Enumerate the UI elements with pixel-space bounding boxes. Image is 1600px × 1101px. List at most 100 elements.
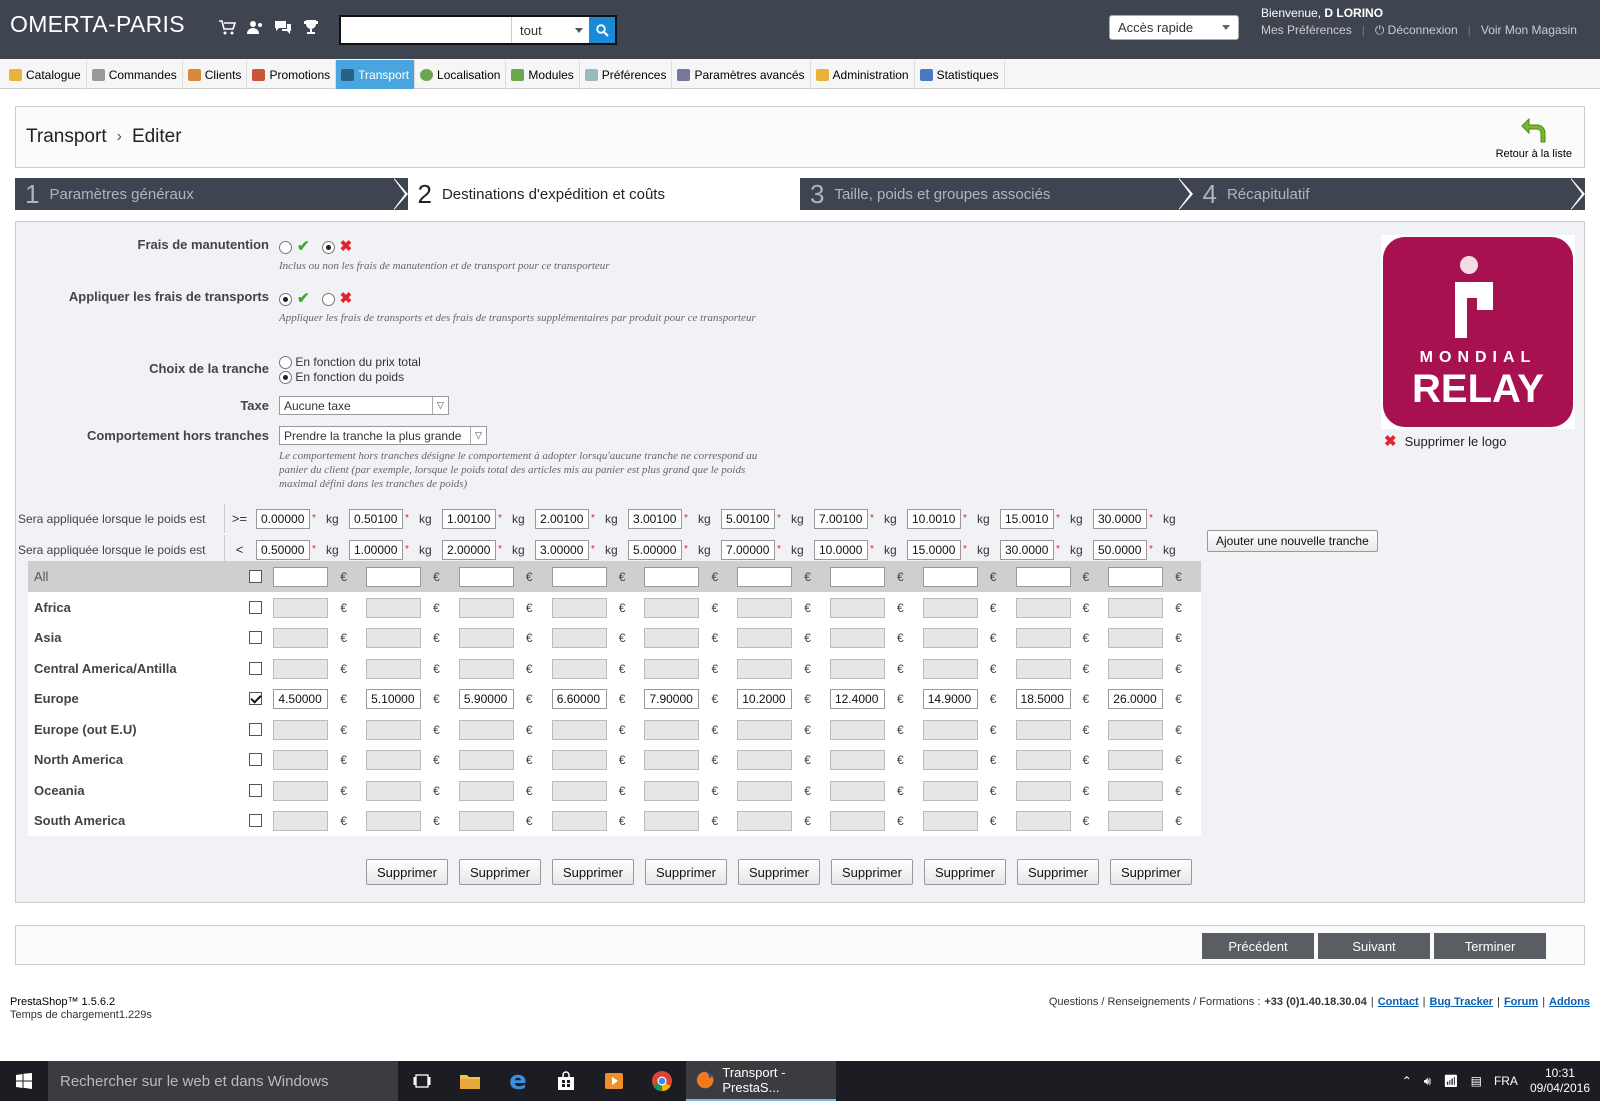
language-indicator[interactable]: FRA — [1494, 1074, 1518, 1088]
zone-price-input[interactable] — [922, 627, 978, 648]
range-max-input[interactable] — [1000, 539, 1054, 560]
zone-price-input[interactable] — [737, 780, 793, 801]
menu-orders[interactable]: Commandes — [87, 60, 183, 89]
store-icon[interactable] — [542, 1061, 590, 1101]
zone-price-input[interactable] — [458, 658, 514, 679]
range-max-input[interactable] — [721, 539, 775, 560]
zone-checkbox[interactable] — [248, 570, 262, 583]
menu-promotions[interactable]: Promotions — [247, 60, 337, 89]
zone-price-input[interactable] — [922, 719, 978, 740]
view-shop-link[interactable]: Voir Mon Magasin — [1481, 23, 1577, 38]
zone-price-input[interactable] — [829, 658, 885, 679]
zone-price-input[interactable] — [829, 688, 885, 709]
forum-link[interactable]: Forum — [1504, 996, 1538, 1008]
zone-price-input[interactable] — [273, 810, 329, 831]
zone-price-input[interactable] — [829, 749, 885, 770]
step-destinations[interactable]: 2 Destinations d'expédition et coûts — [407, 178, 800, 210]
zone-price-input[interactable] — [829, 627, 885, 648]
zone-price-input[interactable] — [273, 566, 329, 587]
zone-price-input[interactable] — [1108, 566, 1164, 587]
cart-icon[interactable] — [217, 18, 237, 36]
previous-button[interactable]: Précédent — [1202, 933, 1314, 959]
finish-button[interactable]: Terminer — [1434, 933, 1546, 959]
zone-checkbox[interactable] — [248, 753, 262, 766]
range-max-input[interactable] — [256, 539, 310, 560]
range-max-input[interactable] — [349, 539, 403, 560]
range-min-input[interactable] — [814, 508, 868, 529]
zone-price-input[interactable] — [551, 749, 607, 770]
range-max-input[interactable] — [442, 539, 496, 560]
range-max-input[interactable] — [628, 539, 682, 560]
zone-price-input[interactable] — [551, 780, 607, 801]
zone-price-input[interactable] — [1108, 749, 1164, 770]
delete-range-button[interactable]: Supprimer — [1017, 859, 1099, 885]
zone-price-input[interactable] — [922, 597, 978, 618]
apply-shipping-no-radio[interactable] — [321, 293, 335, 307]
menu-advanced-parameters[interactable]: Paramètres avancés — [672, 60, 811, 89]
delete-range-button[interactable]: Supprimer — [1110, 859, 1192, 885]
zone-price-input[interactable] — [1015, 658, 1071, 679]
zone-price-input[interactable] — [737, 810, 793, 831]
zone-price-input[interactable] — [644, 688, 700, 709]
zone-price-input[interactable] — [458, 597, 514, 618]
zone-price-input[interactable] — [737, 688, 793, 709]
step-size-weight[interactable]: 3 Taille, poids et groupes associés — [800, 178, 1193, 210]
trophy-icon[interactable] — [301, 18, 321, 36]
zone-price-input[interactable] — [458, 566, 514, 587]
logout-link[interactable]: ⏻ Déconnexion — [1375, 23, 1458, 38]
shop-name[interactable]: OMERTA-PARIS — [10, 11, 185, 38]
quick-access-select[interactable]: Accès rapide — [1109, 15, 1239, 40]
range-min-input[interactable] — [349, 508, 403, 529]
zone-price-input[interactable] — [1015, 597, 1071, 618]
range-max-input[interactable] — [814, 539, 868, 560]
handling-yes-radio[interactable] — [279, 241, 292, 255]
step-general[interactable]: 1 Paramètres généraux — [15, 178, 408, 210]
zone-price-input[interactable] — [551, 627, 607, 648]
range-min-input[interactable] — [721, 508, 775, 529]
zone-price-input[interactable] — [273, 658, 329, 679]
zone-price-input[interactable] — [366, 780, 422, 801]
zone-price-input[interactable] — [551, 597, 607, 618]
range-min-input[interactable] — [256, 508, 310, 529]
bug-tracker-link[interactable]: Bug Tracker — [1430, 996, 1494, 1008]
media-player-icon[interactable] — [590, 1061, 638, 1101]
zone-price-input[interactable] — [644, 566, 700, 587]
zone-price-input[interactable] — [273, 627, 329, 648]
zone-price-input[interactable] — [458, 688, 514, 709]
zone-price-input[interactable] — [1108, 810, 1164, 831]
menu-preferences[interactable]: Préférences — [580, 60, 673, 89]
zone-price-input[interactable] — [1015, 749, 1071, 770]
zone-price-input[interactable] — [737, 719, 793, 740]
zone-price-input[interactable] — [829, 597, 885, 618]
edge-icon[interactable]: e — [494, 1061, 542, 1101]
zone-price-input[interactable] — [737, 597, 793, 618]
contact-link[interactable]: Contact — [1378, 996, 1419, 1008]
zone-checkbox[interactable] — [248, 723, 262, 736]
zone-price-input[interactable] — [644, 719, 700, 740]
add-range-button[interactable]: Ajouter une nouvelle tranche — [1207, 530, 1378, 552]
menu-localisation[interactable]: Localisation — [415, 60, 507, 89]
chevron-up-icon[interactable]: ⌃ — [1402, 1074, 1412, 1088]
range-min-input[interactable] — [907, 508, 961, 529]
zone-price-input[interactable] — [366, 566, 422, 587]
zone-price-input[interactable] — [1108, 780, 1164, 801]
range-min-input[interactable] — [1000, 508, 1054, 529]
zone-price-input[interactable] — [737, 658, 793, 679]
menu-transport[interactable]: Transport — [336, 60, 416, 89]
next-button[interactable]: Suivant — [1318, 933, 1430, 959]
range-min-input[interactable] — [442, 508, 496, 529]
zone-price-input[interactable] — [273, 749, 329, 770]
zone-price-input[interactable] — [829, 810, 885, 831]
customers-icon[interactable] — [245, 18, 265, 36]
zone-price-input[interactable] — [829, 566, 885, 587]
range-min-input[interactable] — [628, 508, 682, 529]
billing-price-radio[interactable] — [279, 356, 292, 370]
file-explorer-icon[interactable] — [446, 1061, 494, 1101]
zone-price-input[interactable] — [922, 810, 978, 831]
menu-statistics[interactable]: Statistiques — [915, 60, 1005, 89]
range-min-input[interactable] — [535, 508, 589, 529]
out-of-range-select[interactable]: Prendre la tranche la plus grande ▽ — [279, 426, 487, 445]
clock[interactable]: 10:31 09/04/2016 — [1530, 1066, 1590, 1096]
zone-price-input[interactable] — [922, 688, 978, 709]
zone-price-input[interactable] — [737, 627, 793, 648]
